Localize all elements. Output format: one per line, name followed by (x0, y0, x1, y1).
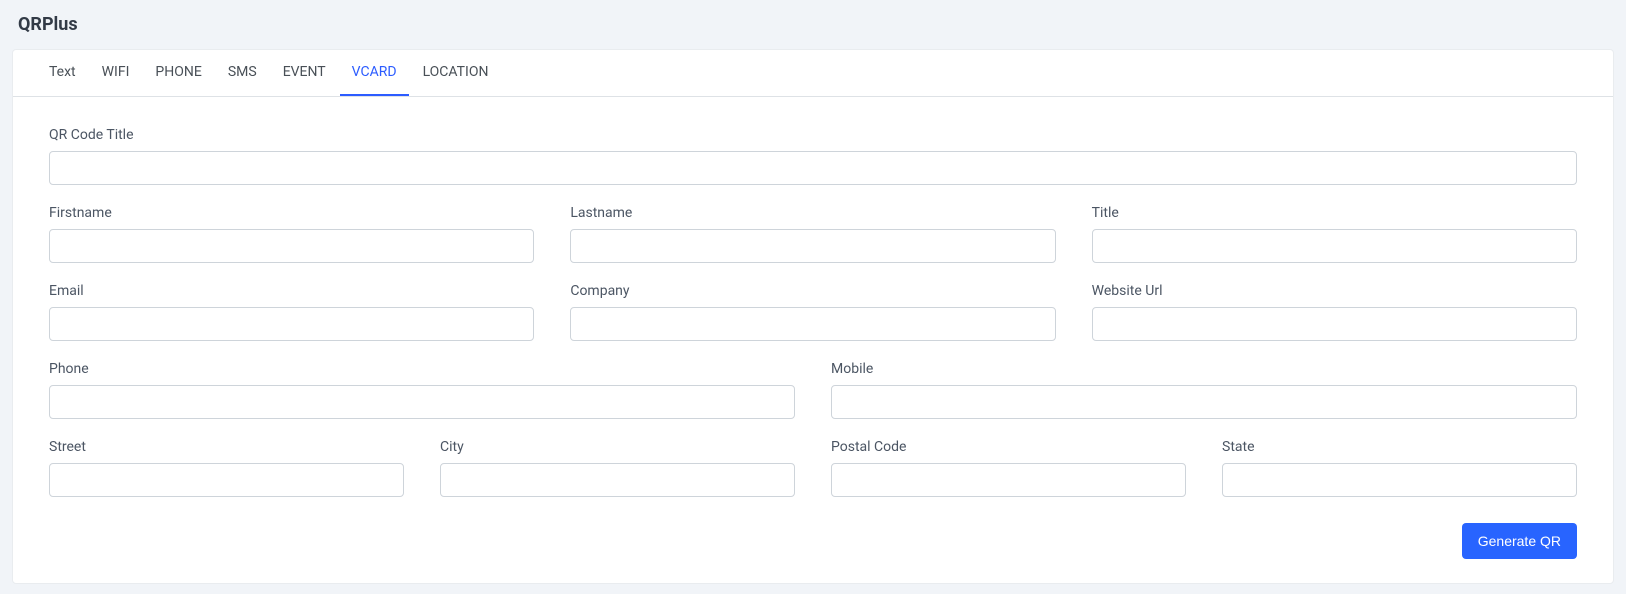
state-input[interactable] (1222, 463, 1577, 497)
website-input[interactable] (1092, 307, 1577, 341)
lastname-label: Lastname (570, 205, 1055, 221)
state-label: State (1222, 439, 1577, 455)
company-input[interactable] (570, 307, 1055, 341)
lastname-input[interactable] (570, 229, 1055, 263)
street-input[interactable] (49, 463, 404, 497)
tab-sms[interactable]: SMS (216, 50, 269, 96)
email-input[interactable] (49, 307, 534, 341)
tab-event[interactable]: EVENT (271, 50, 338, 96)
qr-form-card: Text WIFI PHONE SMS EVENT VCARD LOCATION… (12, 49, 1614, 584)
tab-wifi[interactable]: WIFI (90, 50, 142, 96)
mobile-label: Mobile (831, 361, 1577, 377)
tab-text[interactable]: Text (37, 50, 88, 96)
title-input[interactable] (1092, 229, 1577, 263)
tab-vcard[interactable]: VCARD (340, 50, 409, 96)
app-title: QRPlus (12, 10, 1614, 49)
tab-phone[interactable]: PHONE (143, 50, 213, 96)
phone-input[interactable] (49, 385, 795, 419)
postal-code-label: Postal Code (831, 439, 1186, 455)
city-label: City (440, 439, 795, 455)
city-input[interactable] (440, 463, 795, 497)
phone-label: Phone (49, 361, 795, 377)
street-label: Street (49, 439, 404, 455)
website-label: Website Url (1092, 283, 1577, 299)
firstname-label: Firstname (49, 205, 534, 221)
tab-location[interactable]: LOCATION (411, 50, 501, 96)
firstname-input[interactable] (49, 229, 534, 263)
qr-code-title-label: QR Code Title (49, 127, 1577, 143)
company-label: Company (570, 283, 1055, 299)
qr-code-title-input[interactable] (49, 151, 1577, 185)
generate-qr-button[interactable]: Generate QR (1462, 523, 1577, 559)
mobile-input[interactable] (831, 385, 1577, 419)
postal-code-input[interactable] (831, 463, 1186, 497)
title-label: Title (1092, 205, 1577, 221)
form-content: QR Code Title Firstname Lastname Title E… (13, 97, 1613, 583)
email-label: Email (49, 283, 534, 299)
tabs-nav: Text WIFI PHONE SMS EVENT VCARD LOCATION (13, 50, 1613, 97)
